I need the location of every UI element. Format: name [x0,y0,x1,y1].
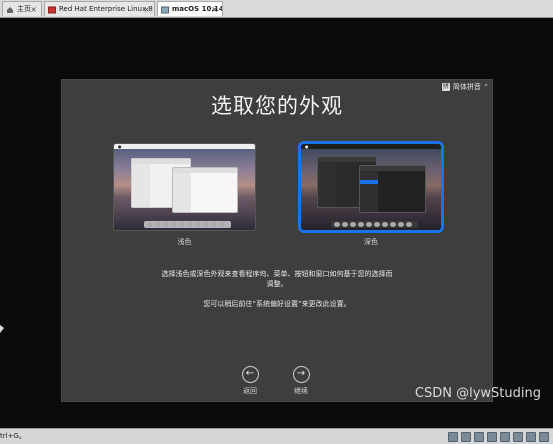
dock [144,221,231,228]
tab-label: Red Hat Enterprise Linux 8 64... [59,5,154,13]
watermark: CSDN @lywStuding [414,386,541,401]
tab-macos[interactable]: macOS 10.14 × [157,1,223,16]
continue-label: 继续 [294,387,308,395]
mouse-pointer-icon [0,325,4,333]
menu-bar: ● [301,144,441,149]
home-icon [6,5,14,13]
arrow-left-icon: ← [241,366,259,383]
dock [331,221,418,228]
cdrom-icon[interactable] [461,432,471,442]
arrow-right-icon: → [292,366,310,383]
description-line: 选择浅色或深色外观来查看程序坞、菜单、按钮和窗口如何基于您的选择而 [161,270,393,278]
description-line: 调整。 [266,280,288,288]
window-preview [172,167,238,213]
settings-note: 您可以稍后前往“系统偏好设置”来更改此设置。 [203,300,351,308]
vm-icon [161,5,169,14]
menu-bar: ● [114,144,255,149]
back-button[interactable]: ← 返回 [230,366,270,396]
display-icon[interactable] [526,432,536,442]
close-icon[interactable]: × [211,2,218,16]
message-icon[interactable] [539,432,549,442]
continue-button[interactable]: → 继续 [281,366,321,396]
back-label: 返回 [243,387,257,395]
apple-icon: ● [305,144,309,149]
light-option-label: 浅色 [177,238,192,246]
network-icon[interactable] [474,432,484,442]
close-icon[interactable]: × [143,2,150,16]
vm-icon [48,5,56,14]
usb-icon[interactable] [487,432,497,442]
page-title: 选取您的外观 [211,94,343,118]
light-appearance-option[interactable]: ● [113,143,256,231]
tab-label: 主页 [17,5,31,13]
disk-icon[interactable] [448,432,458,442]
tab-bar: 主页 × Red Hat Enterprise Linux 8 64... × … [0,0,553,18]
tab-redhat[interactable]: Red Hat Enterprise Linux 8 64... × [44,1,155,16]
tab-home[interactable]: 主页 × [2,1,42,16]
status-bar: trl+G。 [0,428,553,444]
dark-option-label: 深色 [364,238,378,246]
apple-icon: ● [118,144,122,149]
appearance-setup-panel: 拼简体拼音 ⌃ 选取您的外观 ● 浅色 ● 深色 选择浅色或深色外观来查看程序坞… [61,79,493,402]
dark-appearance-option[interactable]: ● [298,141,444,233]
description-text: 选择浅色或深色外观来查看程序坞、菜单、按钮和窗口如何基于您的选择而 调整。 [62,269,492,289]
close-icon[interactable]: × [30,2,37,16]
status-hint: trl+G。 [0,432,26,440]
device-icons [448,432,549,442]
sound-icon[interactable] [500,432,510,442]
printer-icon[interactable] [513,432,523,442]
window-preview [359,165,426,213]
vm-display[interactable]: 拼简体拼音 ⌃ 选取您的外观 ● 浅色 ● 深色 选择浅色或深色外观来查看程序坞… [0,18,553,428]
